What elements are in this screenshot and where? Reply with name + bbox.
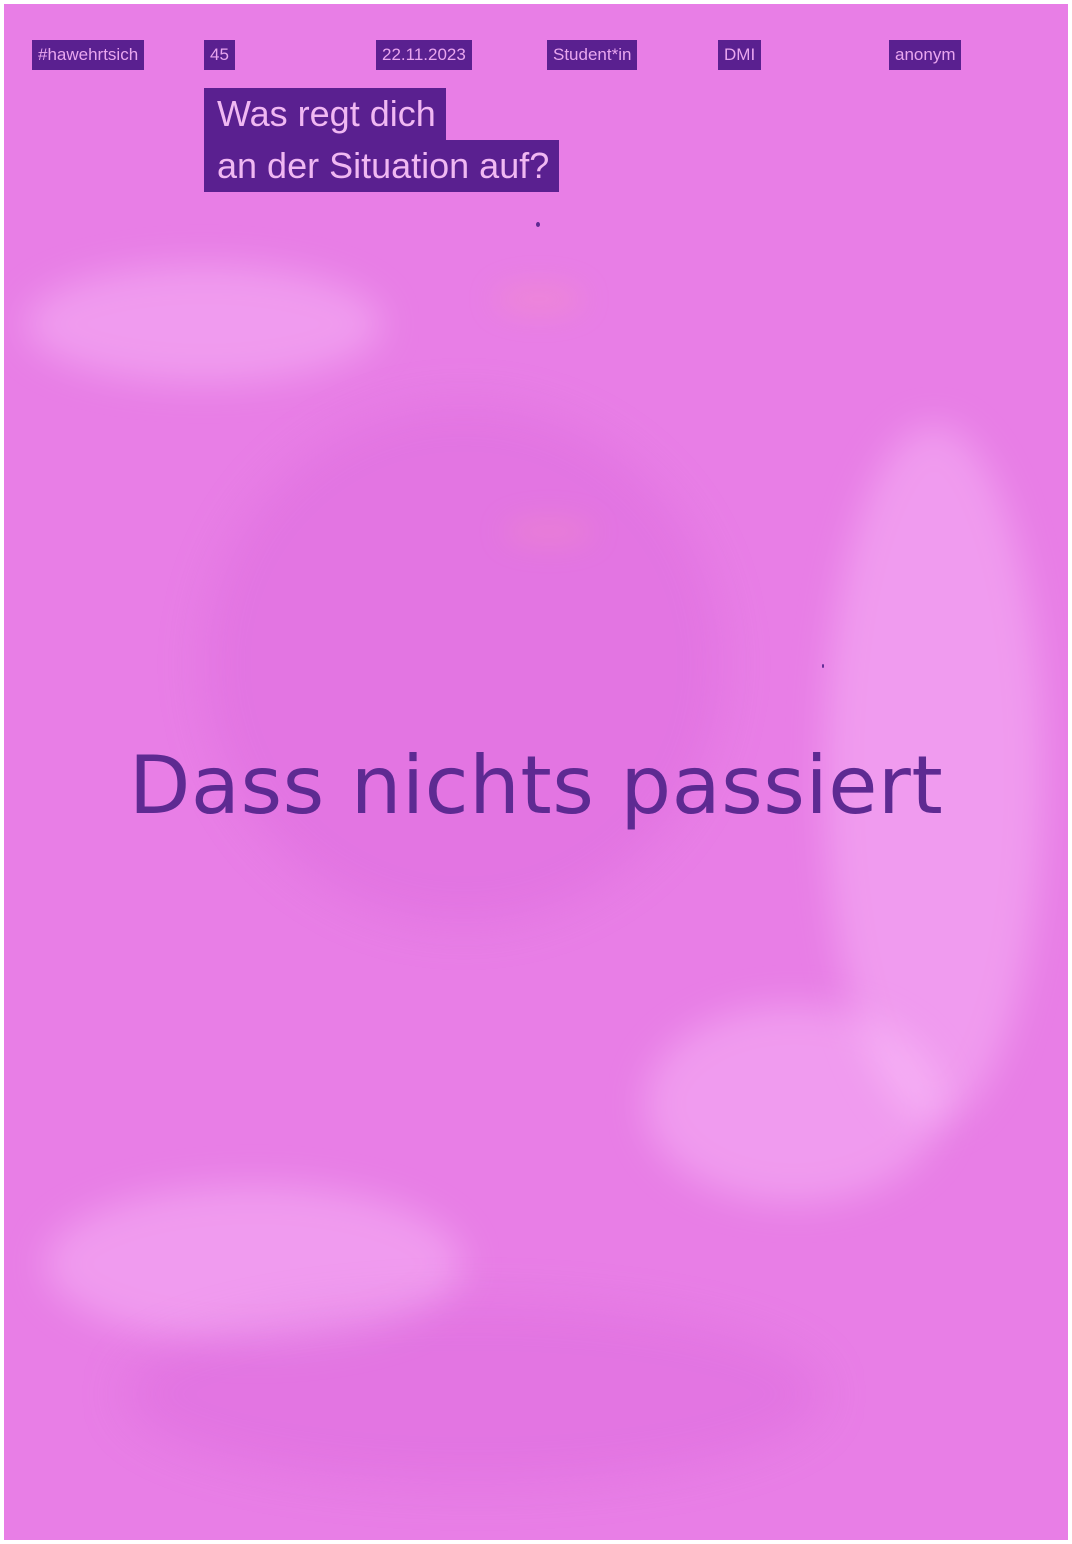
- department-tag: DMI: [718, 40, 762, 70]
- paper-texture: [204, 404, 724, 924]
- paper-texture: [494, 284, 584, 314]
- paper-texture: [644, 1004, 944, 1204]
- paper-texture: [24, 264, 384, 384]
- paper-texture: [44, 1184, 464, 1344]
- hashtag-tag: #hawehrtsich: [32, 40, 145, 70]
- poster-sheet: #hawehrtsich 45 22.11.2023 Student*in DM…: [4, 4, 1068, 1540]
- answer-statement: Dass nichts passiert: [128, 739, 944, 832]
- paper-texture: [504, 519, 594, 544]
- date-tag: 22.11.2023: [376, 40, 472, 70]
- number-tag: 45: [204, 40, 235, 70]
- role-tag: Student*in: [547, 40, 638, 70]
- question-line-1: Was regt dich: [204, 88, 446, 140]
- author-tag: anonym: [889, 40, 962, 70]
- question-block: Was regt dich an der Situation auf?: [204, 88, 560, 192]
- ink-speck: [822, 664, 824, 668]
- question-line-2: an der Situation auf?: [204, 140, 560, 192]
- paper-texture: [124, 1304, 824, 1484]
- ink-speck: [536, 222, 540, 227]
